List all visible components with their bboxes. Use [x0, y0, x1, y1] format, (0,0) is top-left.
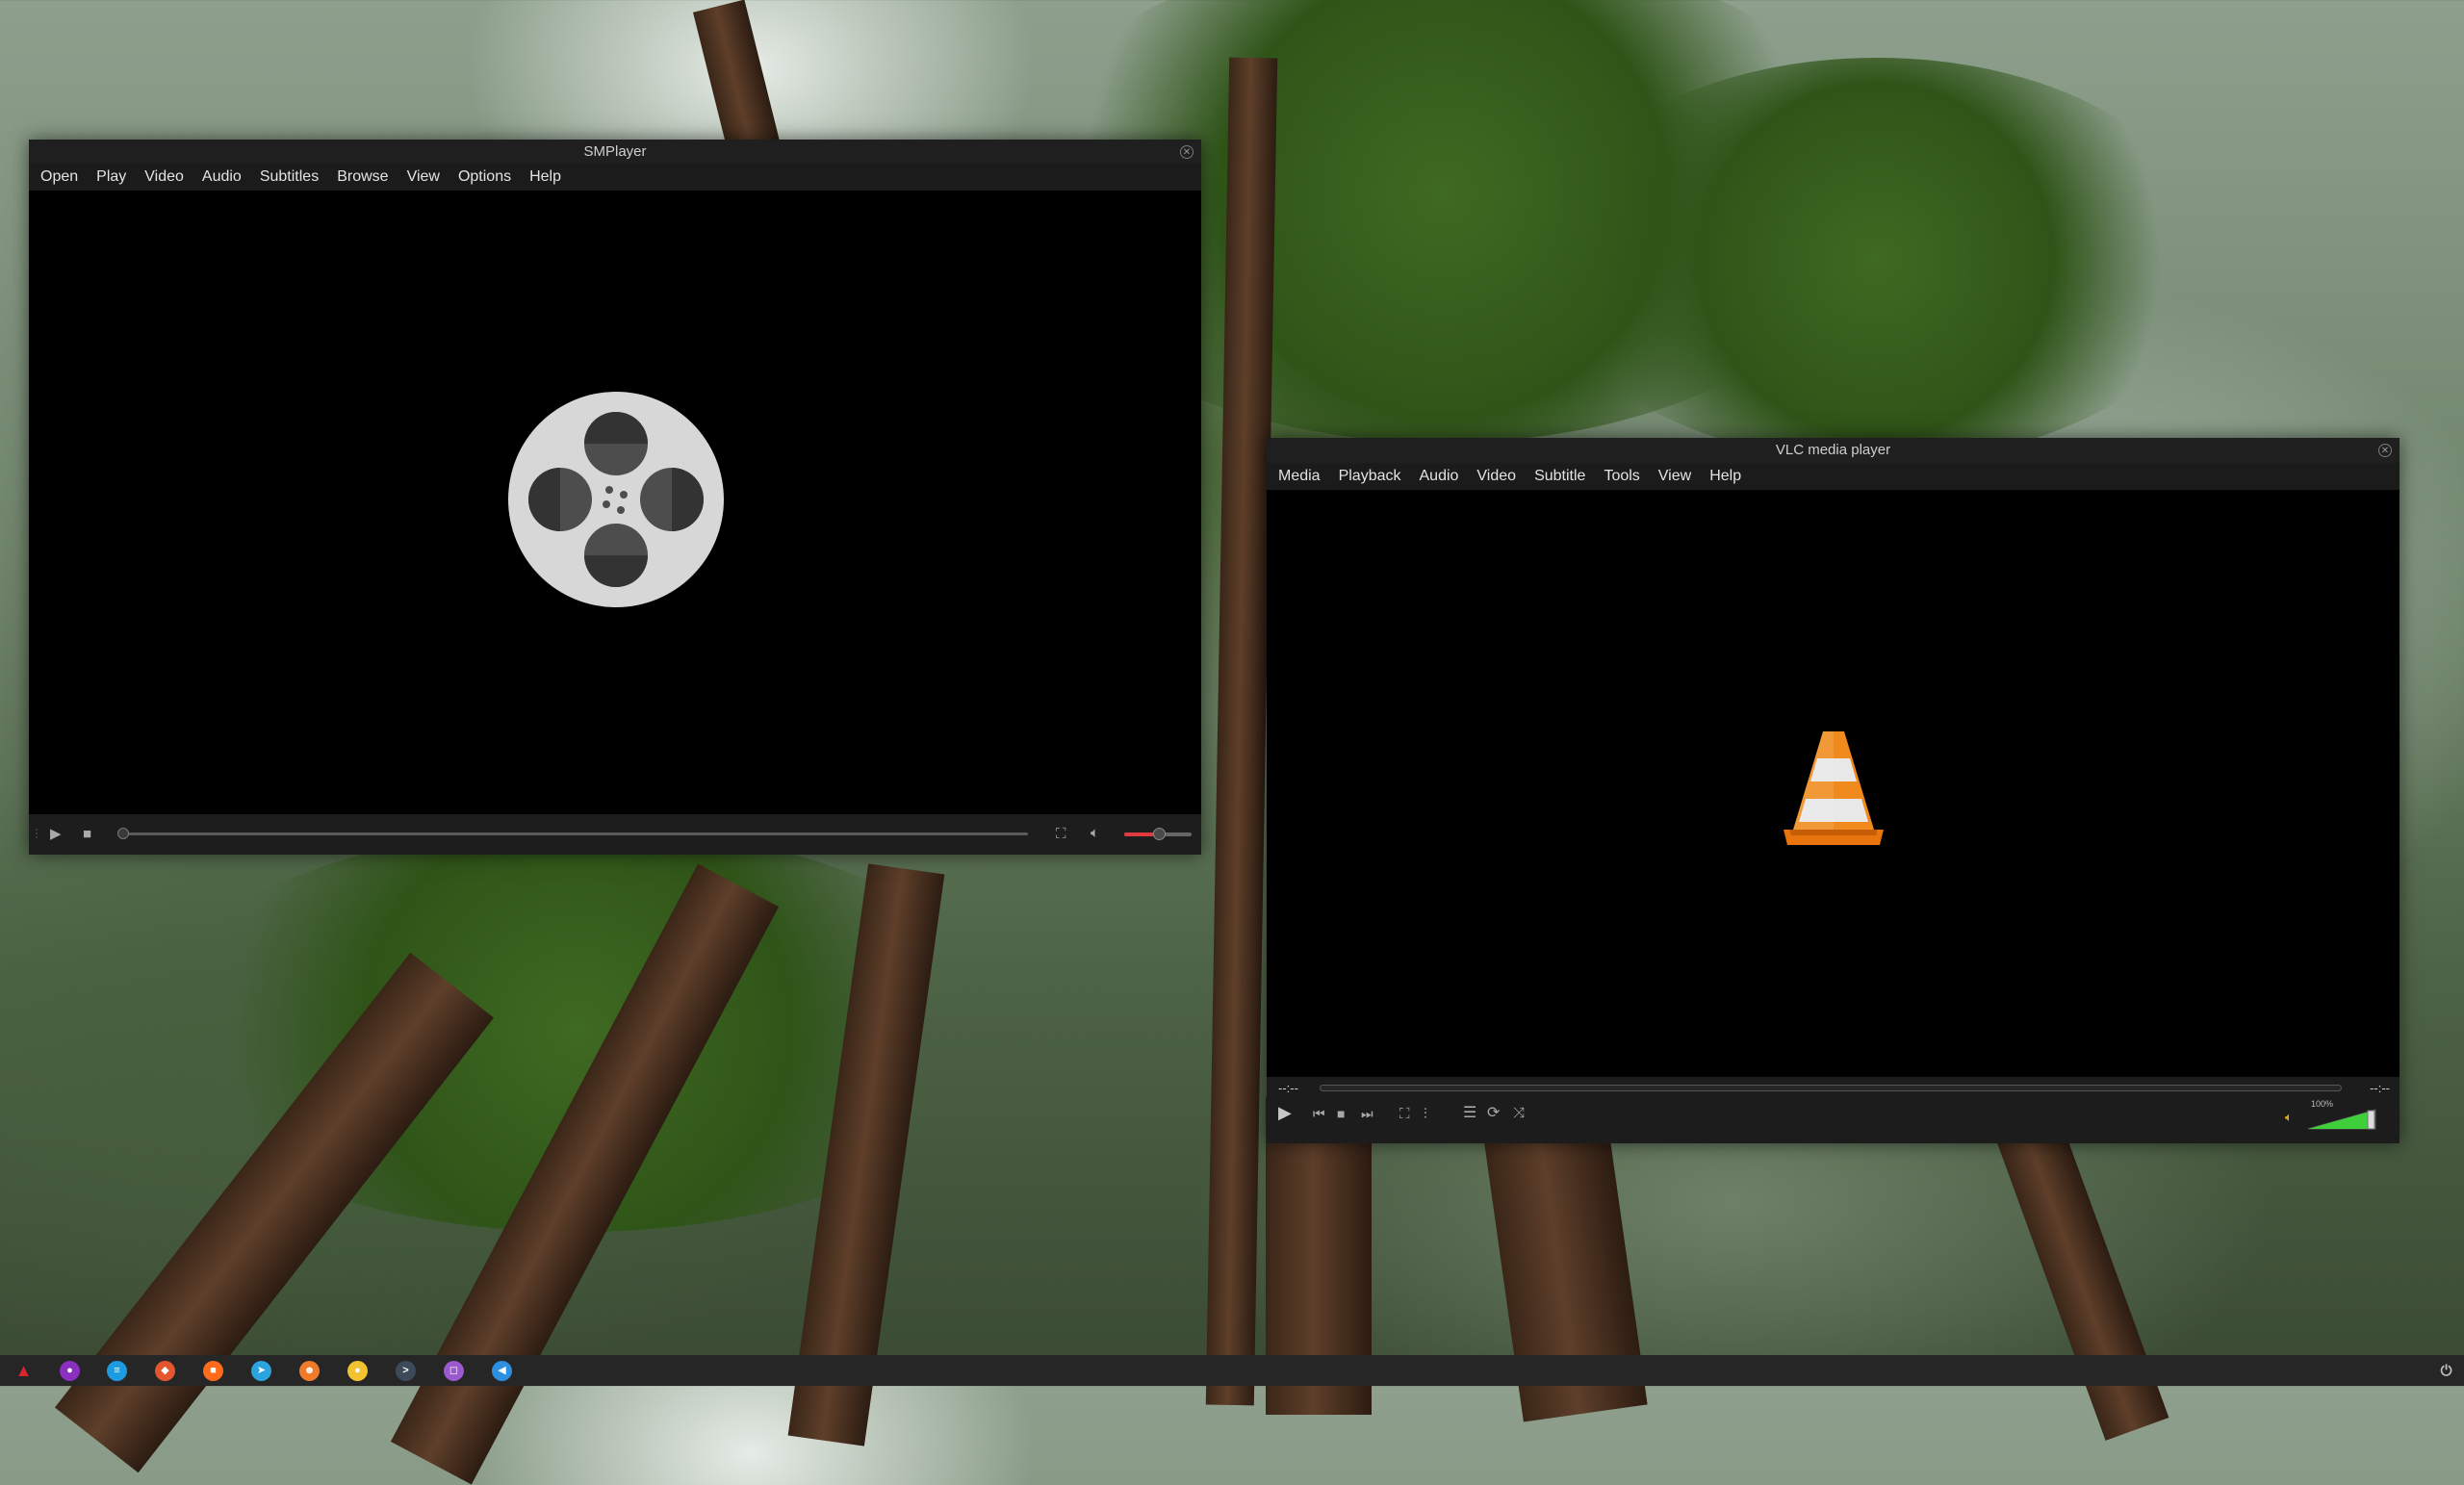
play-icon[interactable]: ▶ — [50, 827, 62, 841]
browser-icon[interactable]: ≡ — [107, 1361, 127, 1381]
menu-help[interactable]: Help — [1709, 468, 1741, 485]
next-icon[interactable]: ⏭︎ — [1361, 1107, 1373, 1121]
seek-bar[interactable] — [123, 832, 1028, 835]
seek-handle[interactable] — [117, 828, 129, 839]
vlc-seek-bar[interactable] — [1320, 1085, 2342, 1091]
vlc-menubar: Media Playback Audio Video Subtitle Tool… — [1267, 463, 2400, 490]
firefox-icon[interactable]: ● — [60, 1361, 80, 1381]
arch-menu-icon[interactable]: ▲ — [13, 1361, 34, 1381]
menu-help[interactable]: Help — [529, 168, 561, 186]
smplayer-menubar: Open Play Video Audio Subtitles Browse V… — [29, 164, 1201, 191]
stop-icon[interactable]: ■ — [83, 827, 91, 841]
vlc-window: VLC media player ✕ Media Playback Audio … — [1267, 438, 2400, 1143]
volume-icon[interactable]: 🔈︎ — [2285, 1110, 2293, 1124]
power-icon[interactable]: ⏻ — [2436, 1361, 2456, 1381]
close-icon[interactable]: ✕ — [1180, 145, 1194, 159]
time-elapsed: --:-- — [1278, 1081, 1298, 1095]
close-icon[interactable]: ✕ — [2378, 444, 2392, 457]
grip-icon: ⋮ — [31, 827, 42, 840]
previous-icon[interactable]: ⏮︎ — [1313, 1107, 1325, 1121]
menu-playback[interactable]: Playback — [1339, 468, 1401, 485]
app-people-icon[interactable]: ☻ — [299, 1361, 320, 1381]
menu-video[interactable]: Video — [1476, 468, 1516, 485]
vlc-cone-icon — [1784, 731, 1884, 845]
app-orange-icon[interactable]: ◆ — [155, 1361, 175, 1381]
menu-subtitle[interactable]: Subtitle — [1534, 468, 1585, 485]
screenshot-icon[interactable]: ◻ — [444, 1361, 464, 1381]
volume-label: 100% — [2311, 1099, 2334, 1109]
smplayer-titlebar[interactable]: SMPlayer ✕ — [29, 140, 1201, 164]
menu-options[interactable]: Options — [458, 168, 511, 186]
vlc-titlebar[interactable]: VLC media player ✕ — [1267, 438, 2400, 463]
smplayer-title: SMPlayer — [583, 143, 647, 160]
menu-view[interactable]: View — [1658, 468, 1691, 485]
fullscreen-icon[interactable]: ⛶ — [1399, 1107, 1410, 1121]
volume-icon[interactable]: 🔈︎ — [1091, 826, 1099, 840]
time-total: --:-- — [2370, 1081, 2390, 1095]
notes-icon[interactable]: ● — [347, 1361, 368, 1381]
shuffle-icon[interactable]: ⤨ — [1513, 1106, 1525, 1120]
fullscreen-icon[interactable]: ⛶ — [1056, 827, 1066, 841]
extended-settings-icon[interactable]: ⫶ — [1424, 1107, 1427, 1121]
taskbar: ▲ ● ≡ ◆ ■ ➤ ☻ ● > ◻ ◀ ⏻ — [0, 1355, 2464, 1386]
smplayer-video-area[interactable] — [29, 191, 1201, 814]
menu-video[interactable]: Video — [144, 168, 184, 186]
vlc-video-area[interactable] — [1267, 490, 2400, 1077]
vlc-title: VLC media player — [1775, 442, 1891, 458]
playlist-icon[interactable]: ☰ — [1463, 1106, 1476, 1121]
menu-audio[interactable]: Audio — [1420, 468, 1459, 485]
menu-audio[interactable]: Audio — [202, 168, 242, 186]
menu-play[interactable]: Play — [96, 168, 126, 186]
menu-media[interactable]: Media — [1278, 468, 1321, 485]
volume-handle[interactable] — [1153, 828, 1166, 840]
menu-subtitles[interactable]: Subtitles — [260, 168, 319, 186]
loop-icon[interactable]: ⟳ — [1487, 1106, 1500, 1121]
volume-slider[interactable] — [2307, 1109, 2376, 1130]
menu-browse[interactable]: Browse — [337, 168, 388, 186]
stop-icon[interactable]: ■ — [1337, 1107, 1345, 1121]
menu-view[interactable]: View — [407, 168, 440, 186]
video-call-icon[interactable]: ■ — [203, 1361, 223, 1381]
play-icon[interactable]: ▶ — [1278, 1104, 1292, 1121]
telegram-icon[interactable]: ➤ — [251, 1361, 271, 1381]
vscode-icon[interactable]: ◀ — [492, 1361, 512, 1381]
menu-open[interactable]: Open — [40, 168, 78, 186]
smplayer-controls: ⋮ ▶ ■ ⛶ 🔈︎ — [29, 814, 1201, 855]
vlc-controls: --:-- --:-- ▶ ⏮︎ ■ ⏭︎ ⛶ ⫶ ☰ ⟳ ⤨ 🔈︎ 100% — [1267, 1077, 2400, 1143]
smplayer-window: SMPlayer ✕ Open Play Video Audio Subtitl… — [29, 140, 1201, 855]
film-reel-icon — [508, 392, 724, 607]
terminal-icon[interactable]: > — [396, 1361, 416, 1381]
menu-tools[interactable]: Tools — [1604, 468, 1639, 485]
